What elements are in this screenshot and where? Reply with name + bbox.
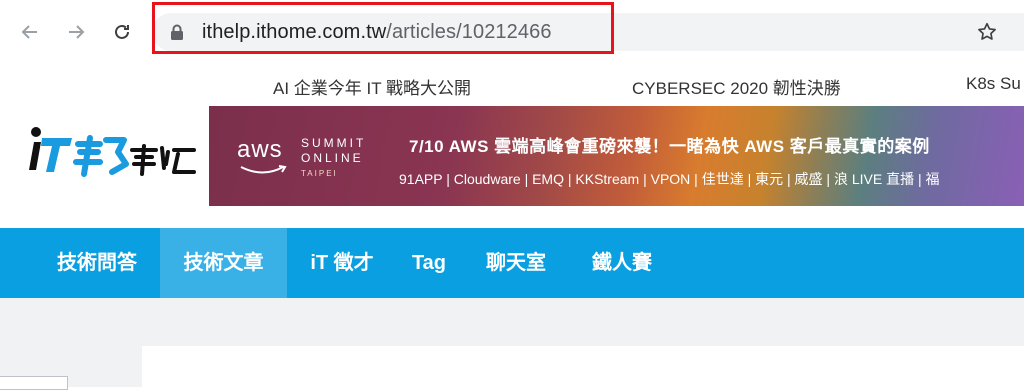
news-ticker: AI 企業今年 IT 戰略大公開 CYBERSEC 2020 韌性決勝 K8s … xyxy=(0,62,1024,106)
main-nav: 技術問答 技術文章 iT 徵才 Tag 聊天室 鐵人賽 xyxy=(0,228,1024,298)
sidebar-box xyxy=(0,376,68,390)
aws-summit-banner[interactable]: aws SUMMIT ONLINE TAIPEI 7/10 AWS 雲端高峰會重… xyxy=(209,106,1024,206)
url-highlight-box xyxy=(152,2,614,54)
ticker-item[interactable]: AI 企業今年 IT 戰略大公開 xyxy=(273,74,471,99)
back-button[interactable] xyxy=(16,18,44,46)
arrow-left-icon xyxy=(21,25,37,39)
event-line-2: ONLINE xyxy=(301,151,364,165)
ticker-item[interactable]: CYBERSEC 2020 韌性決勝 xyxy=(632,74,841,99)
event-city: TAIPEI xyxy=(301,169,338,178)
aws-smile-icon xyxy=(240,165,287,174)
reload-icon xyxy=(115,24,129,39)
nav-item-ironman[interactable]: 鐵人賽 xyxy=(574,228,670,298)
ticker-item[interactable]: K8s Su xyxy=(966,74,1021,94)
nav-item-jobs[interactable]: iT 徵才 xyxy=(294,228,390,298)
aws-logo-text: aws xyxy=(237,136,283,163)
arrow-right-icon xyxy=(69,25,85,39)
bookmark-star-button[interactable] xyxy=(976,21,998,48)
reload-button[interactable] xyxy=(108,18,136,46)
site-logo[interactable] xyxy=(28,124,203,194)
nav-item-chat[interactable]: 聊天室 xyxy=(468,228,564,298)
nav-item-tag[interactable]: Tag xyxy=(398,228,460,298)
star-icon xyxy=(978,22,996,40)
nav-item-articles[interactable]: 技術文章 xyxy=(160,228,287,298)
event-line-1: SUMMIT xyxy=(301,136,367,150)
forward-button[interactable] xyxy=(62,18,90,46)
ithelp-logo-icon xyxy=(29,127,196,177)
article-card xyxy=(142,346,1024,387)
browser-toolbar: ithelp.ithome.com.tw/articles/10212466 xyxy=(0,0,1024,60)
event-title: SUMMIT ONLINE xyxy=(301,136,366,166)
banner-partners: 91APP | Cloudware | EMQ | KKStream | VPO… xyxy=(399,171,940,187)
banner-headline: 7/10 AWS 雲端高峰會重磅來襲！一睹為快 AWS 客戶最真實的案例 xyxy=(409,137,930,156)
nav-item-qa[interactable]: 技術問答 xyxy=(38,228,156,298)
